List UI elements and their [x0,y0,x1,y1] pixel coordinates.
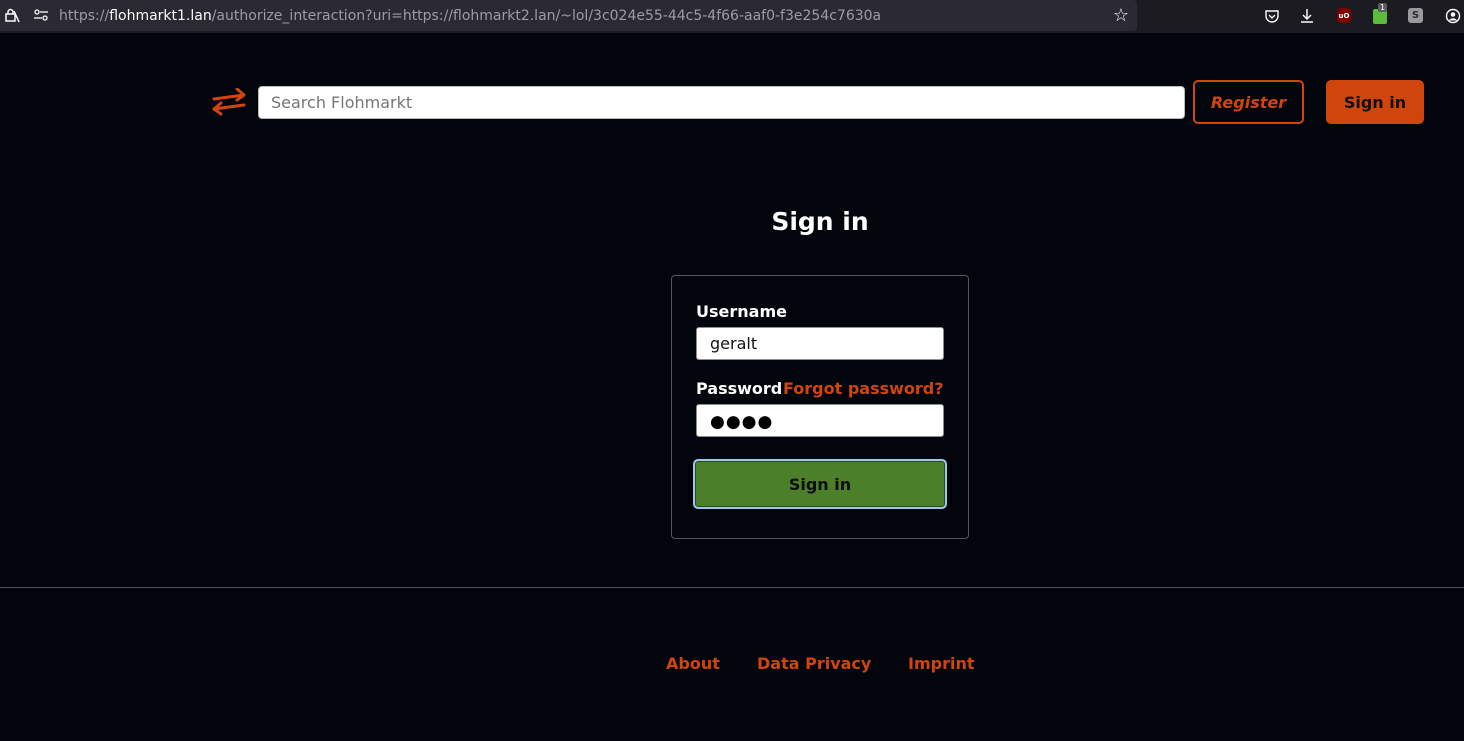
bookmark-star-icon[interactable]: ☆ [1111,6,1131,26]
browser-toolbar: https://flohmarkt1.lan/authorize_interac… [0,0,1464,33]
page-title: Sign in [771,207,869,236]
footer-divider [0,587,1464,588]
url-host: flohmarkt1.lan [109,8,212,24]
url-text[interactable]: https://flohmarkt1.lan/authorize_interac… [59,7,881,25]
address-bar[interactable]: https://flohmarkt1.lan/authorize_interac… [0,0,1137,31]
extension-green-icon[interactable]: 1 [1373,3,1388,24]
flohmarkt-logo-icon[interactable] [210,87,248,116]
forgot-password-link[interactable]: Forgot password? [783,379,944,399]
footer-link-data-privacy[interactable]: Data Privacy [757,654,871,674]
username-field[interactable] [696,327,944,360]
footer-link-imprint[interactable]: Imprint [908,654,975,674]
account-icon[interactable] [1443,6,1463,26]
signin-submit-button[interactable]: Sign in [693,459,947,509]
search-input[interactable] [258,86,1185,119]
extension-s-icon[interactable]: S [1408,8,1423,23]
footer-link-about[interactable]: About [666,654,720,674]
ublock-extension-icon[interactable]: uO [1337,8,1351,23]
header-signin-button[interactable]: Sign in [1326,80,1424,124]
password-field[interactable] [696,404,944,437]
url-prefix: https:// [59,8,110,24]
extension-badge: 1 [1378,3,1388,12]
downloads-icon[interactable] [1297,6,1317,26]
pocket-icon[interactable] [1262,6,1282,26]
permissions-icon[interactable] [33,7,49,23]
url-path: /authorize_interaction?uri=https://flohm… [211,8,882,24]
password-label: Password [696,379,783,398]
register-button[interactable]: Register [1193,80,1304,124]
username-label: Username [696,302,787,321]
insecure-lock-icon[interactable] [4,7,20,23]
